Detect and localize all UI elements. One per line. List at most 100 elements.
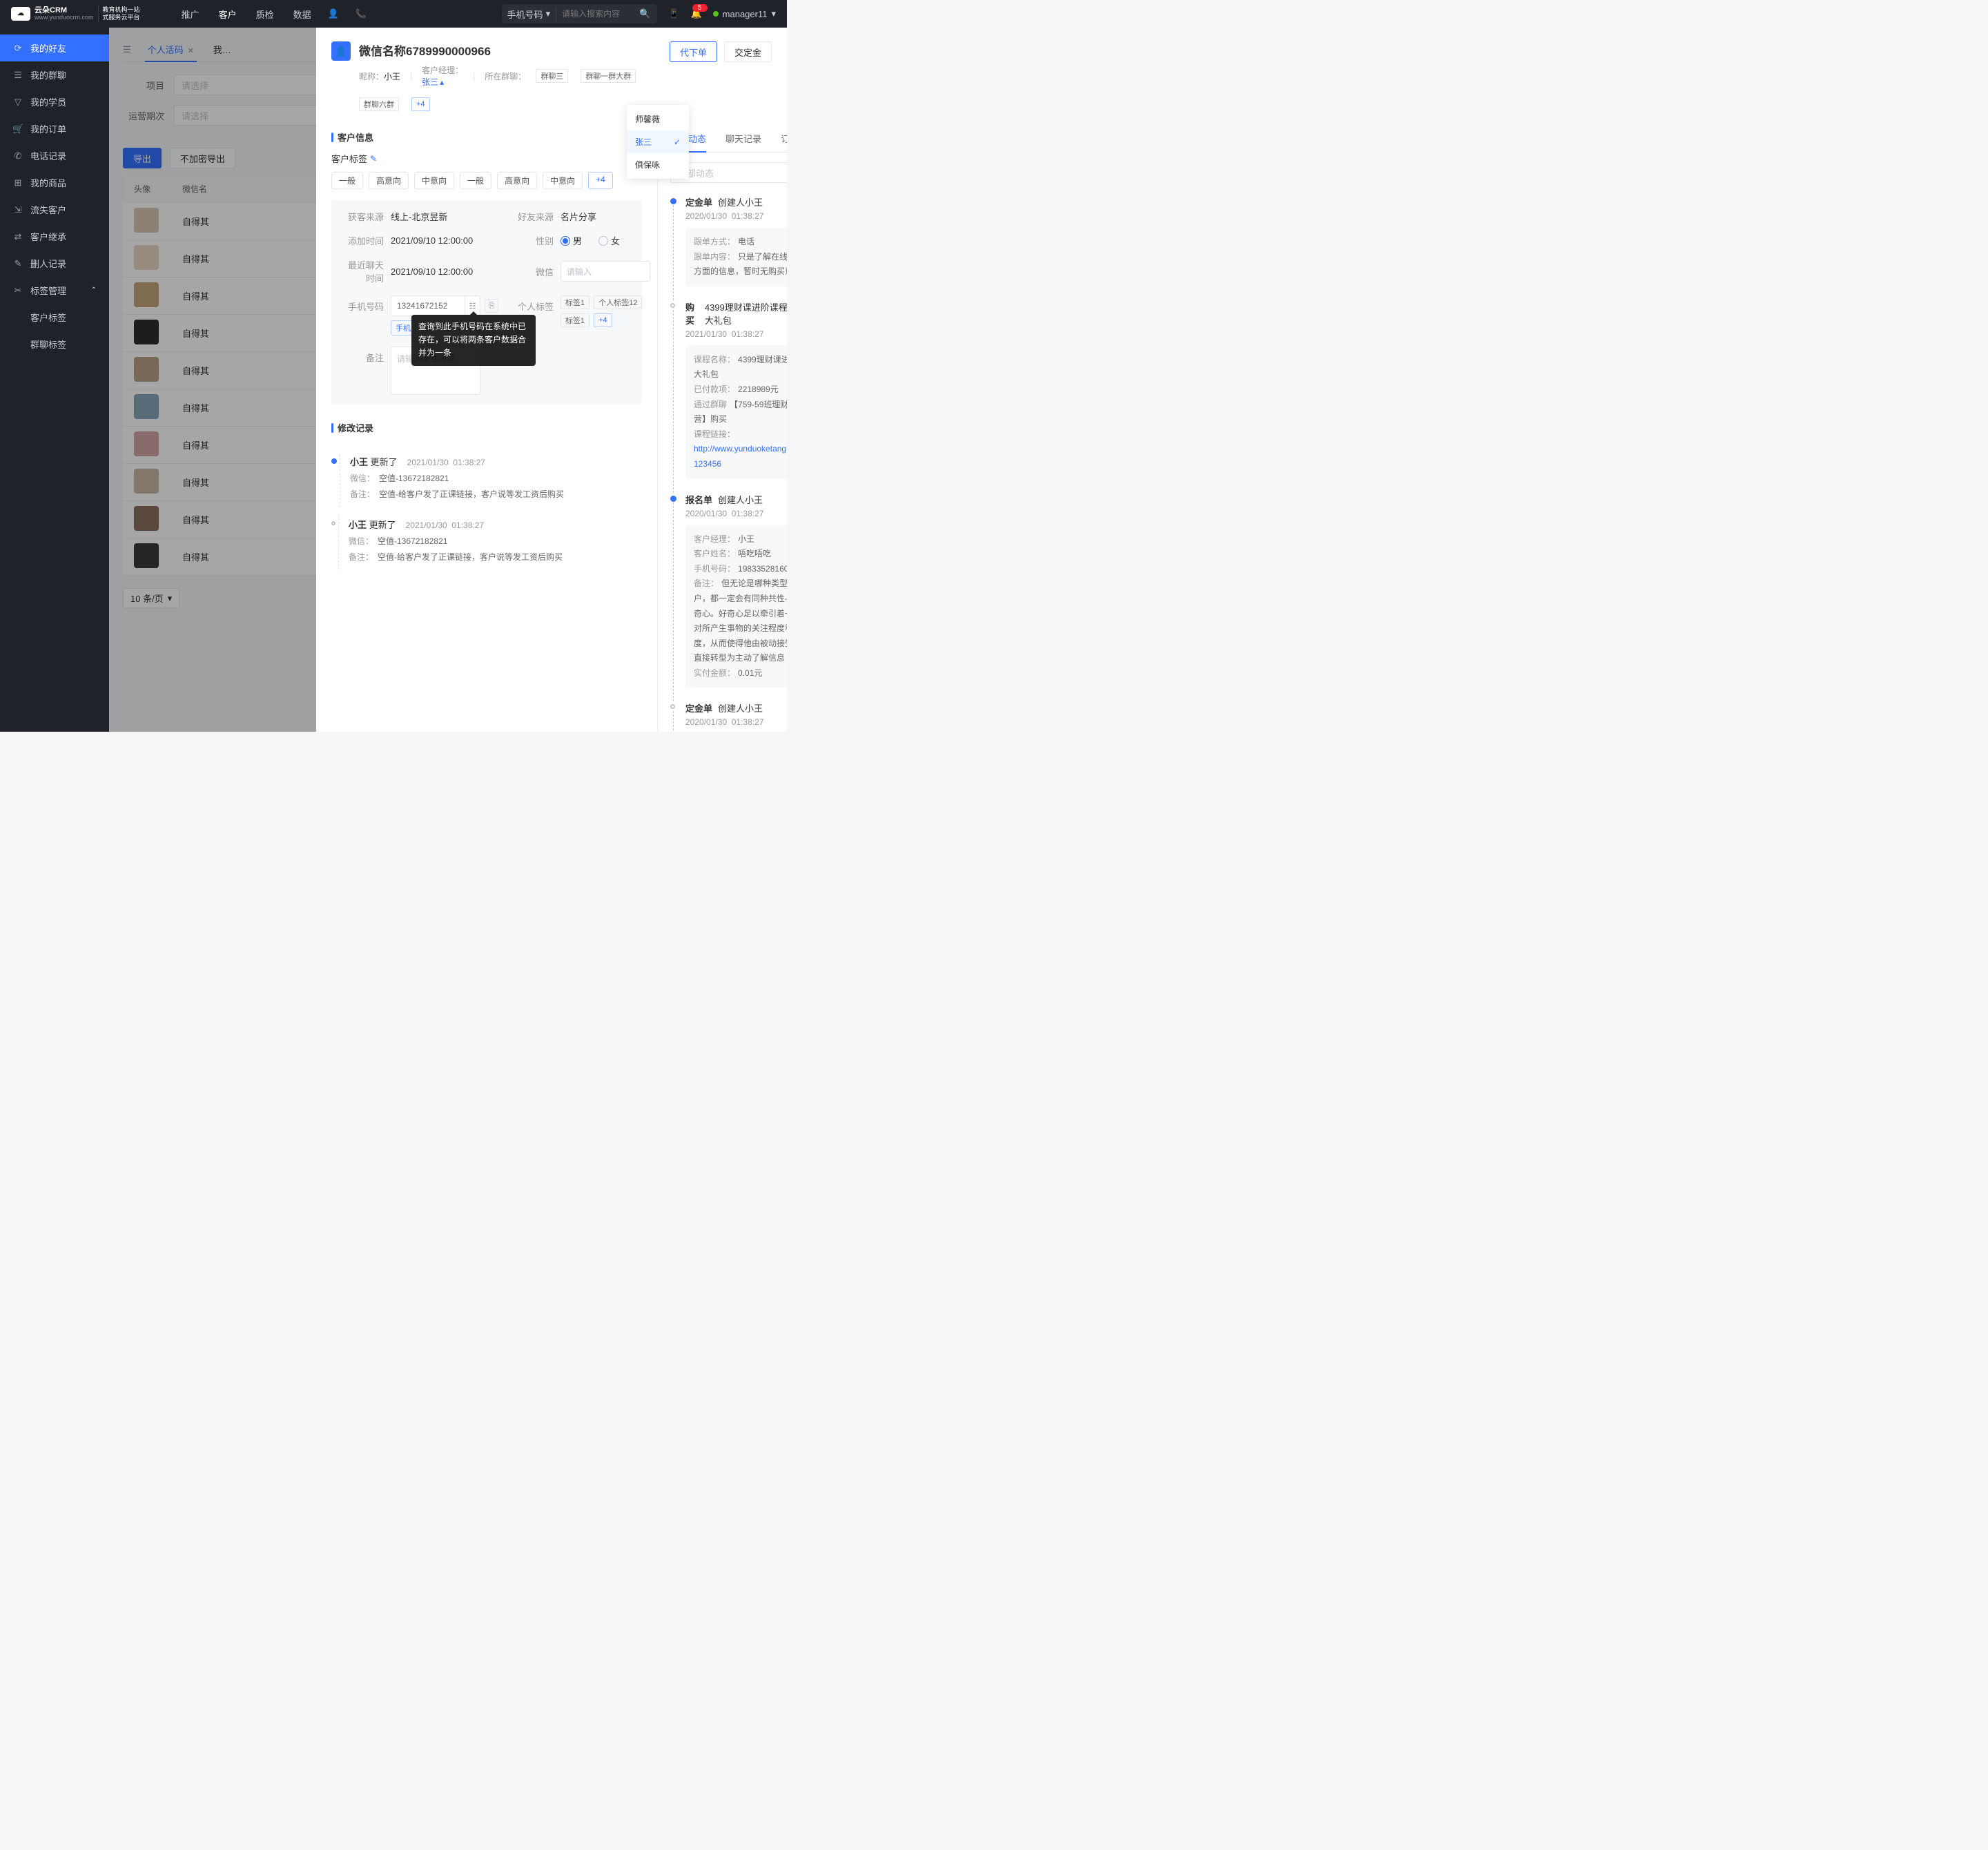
nickname-label: 昵称：: [359, 72, 384, 81]
tags-label: 客户标签: [331, 152, 367, 165]
personal-tag[interactable]: 个人标签12: [594, 295, 642, 309]
tag-chip[interactable]: 高意向: [497, 172, 537, 189]
nav-qc[interactable]: 质检: [256, 8, 274, 21]
personal-tag[interactable]: 标签1: [561, 295, 589, 309]
place-order-button[interactable]: 代下单: [670, 41, 717, 62]
sidebar-item-lost[interactable]: ⇲流失客户: [0, 196, 109, 223]
radio-female[interactable]: 女: [598, 234, 620, 247]
chat-time-value: 2021/09/10 12:00:00: [391, 266, 473, 277]
check-icon: ✓: [674, 137, 681, 147]
section-info-title: 客户信息: [331, 130, 642, 144]
customer-drawer: 👤 微信名称6789990000966 昵称：小王 | 客户经理：张三 ▴ | …: [316, 28, 787, 732]
logo: ☁ 云朵CRM www.yunduocrm.com 教育机构一站 式服务云平台: [11, 6, 140, 21]
dropdown-option[interactable]: 张三✓: [627, 130, 689, 153]
chevron-down-icon: ▾: [546, 8, 551, 19]
mobile-icon[interactable]: 📱: [668, 8, 679, 19]
grid-icon: ⊞: [12, 177, 23, 188]
sidebar-sub-customer-tag[interactable]: 客户标签: [0, 304, 109, 331]
group-chip[interactable]: 群聊三: [536, 69, 568, 83]
add-time-label: 添加时间: [342, 234, 384, 247]
search-icon[interactable]: 🔍: [632, 8, 657, 19]
nickname-value: 小王: [384, 72, 400, 81]
personal-tag[interactable]: 标签1: [561, 313, 589, 327]
phone-label: 手机号码: [342, 300, 384, 313]
info-grid: 获客来源线上-北京昱新 好友来源名片分享 添加时间2021/09/10 12:0…: [331, 200, 642, 405]
timeline-item: 定金单创建人小王已完成2020/01/30 01:38:27跟单方式：电话跟单内…: [670, 195, 787, 300]
brand-sub1: 教育机构一站: [103, 6, 140, 14]
sidebar-item-products[interactable]: ⊞我的商品: [0, 169, 109, 196]
customer-title: 微信名称6789990000966: [359, 41, 661, 59]
personal-tag-label: 个人标签: [512, 300, 554, 313]
sidebar-item-students[interactable]: ▽我的学员: [0, 88, 109, 115]
content: ☰ 个人活码✕ 我… 项目请选择▾ 运营期次请选择▾ 导出 不加密导出 头像微信…: [109, 28, 787, 732]
sidebar-item-call-log[interactable]: ✆电话记录: [0, 142, 109, 169]
history-item: 小王 更新了2021/01/30 01:38:27微信：空值-136721828…: [331, 449, 642, 512]
tag-chip[interactable]: 一般: [460, 172, 491, 189]
wechat-label: 微信: [512, 265, 554, 278]
timeline-item: 报名单创建人小王已失败2020/01/30 01:38:27客户经理：小王客户姓…: [670, 493, 787, 702]
search-type-select[interactable]: 手机号码 ▾: [502, 8, 557, 21]
dropdown-option[interactable]: 师馨薇: [627, 108, 689, 130]
sidebar-item-inherit[interactable]: ⇄客户继承: [0, 223, 109, 250]
sidebar-item-tags[interactable]: ✂标签管理⌃: [0, 277, 109, 304]
timeline-item: 购买4399理财课进阶课程大礼包查看详情2021/01/30 01:38:27课…: [670, 300, 787, 493]
brand-sub2: 式服务云平台: [103, 14, 140, 21]
manager-dropdown: 师馨薇 张三✓ 俱保咏: [627, 105, 689, 179]
copy-icon[interactable]: ⎘: [485, 299, 498, 313]
manager-select[interactable]: 张三 ▴: [422, 76, 463, 88]
deposit-button[interactable]: 交定金: [724, 41, 772, 62]
sidebar-sub-group-tag[interactable]: 群聊标签: [0, 331, 109, 358]
profile-icon: 👤: [331, 41, 351, 61]
top-nav: 推广 客户 质检 数据: [182, 8, 311, 21]
dropdown-option[interactable]: 俱保咏: [627, 153, 689, 176]
phone-input[interactable]: 13241672152 ☷: [391, 295, 480, 316]
rtab-chat[interactable]: 聊天记录: [725, 125, 761, 152]
brand-url: www.yunduocrm.com: [35, 14, 94, 21]
topbar: ☁ 云朵CRM www.yunduocrm.com 教育机构一站 式服务云平台 …: [0, 0, 787, 28]
personal-tag-more[interactable]: +4: [594, 313, 612, 327]
friend-value: 名片分享: [561, 210, 596, 223]
sidebar-item-groups[interactable]: ☰我的群聊: [0, 61, 109, 88]
gender-label: 性别: [512, 234, 554, 247]
user-menu[interactable]: manager11▾: [713, 8, 776, 19]
link[interactable]: http://www.yunduoketang.com/?123456: [694, 444, 787, 469]
source-value: 线上-北京昱新: [391, 210, 447, 223]
top-icons: 👤 📞: [328, 8, 367, 19]
manager-label: 客户经理：: [422, 66, 463, 75]
sidebar-item-orders[interactable]: 🛒我的订单: [0, 115, 109, 142]
chevron-up-icon: ▴: [440, 77, 444, 87]
timeline-item: 定金单创建人小王已取消2020/01/30 01:38:27跟单方式：电话跟单内…: [670, 701, 787, 732]
search-input[interactable]: [556, 9, 632, 19]
tag-chip[interactable]: 一般: [331, 172, 363, 189]
swap-icon: ⇄: [12, 231, 23, 242]
bell-icon[interactable]: 🔔: [690, 8, 701, 19]
tag-icon: ✂: [12, 285, 23, 296]
nav-data[interactable]: 数据: [293, 8, 311, 21]
sidebar-item-delete-log[interactable]: ✎删人记录: [0, 250, 109, 277]
wechat-input[interactable]: 请输入: [561, 261, 650, 282]
nav-promote[interactable]: 推广: [182, 8, 199, 21]
tag-chip[interactable]: 高意向: [369, 172, 409, 189]
group-chip[interactable]: 群聊六群: [359, 97, 399, 111]
edit-icon: ✎: [12, 258, 23, 269]
user-icon[interactable]: 👤: [328, 8, 339, 19]
phone-icon[interactable]: 📞: [355, 8, 367, 19]
radio-male[interactable]: 男: [561, 234, 582, 247]
rtab-orders[interactable]: 订单记录: [781, 125, 787, 152]
chevron-up-icon: ⌃: [91, 286, 97, 294]
chat-time-label: 最近聊天时间: [342, 258, 384, 284]
global-search[interactable]: 手机号码 ▾ 🔍: [502, 4, 658, 23]
section-history-title: 修改记录: [331, 421, 642, 434]
sidebar-item-friends[interactable]: ⟳我的好友: [0, 35, 109, 61]
user-name: manager11: [723, 9, 768, 19]
group-more[interactable]: +4: [411, 97, 430, 111]
tag-more[interactable]: +4: [588, 172, 613, 189]
tag-chip[interactable]: 中意向: [543, 172, 583, 189]
edit-tags-icon[interactable]: ✎: [370, 154, 377, 164]
phone-tooltip: 查询到此手机号码在系统中已存在，可以将两条客户数据合并为一条: [411, 315, 536, 366]
nav-customer[interactable]: 客户: [219, 8, 237, 21]
cloud-icon: ☁: [11, 7, 30, 21]
remark-label: 备注: [342, 351, 384, 364]
group-chip[interactable]: 群聊一群大群: [581, 69, 636, 83]
tag-chip[interactable]: 中意向: [414, 172, 454, 189]
